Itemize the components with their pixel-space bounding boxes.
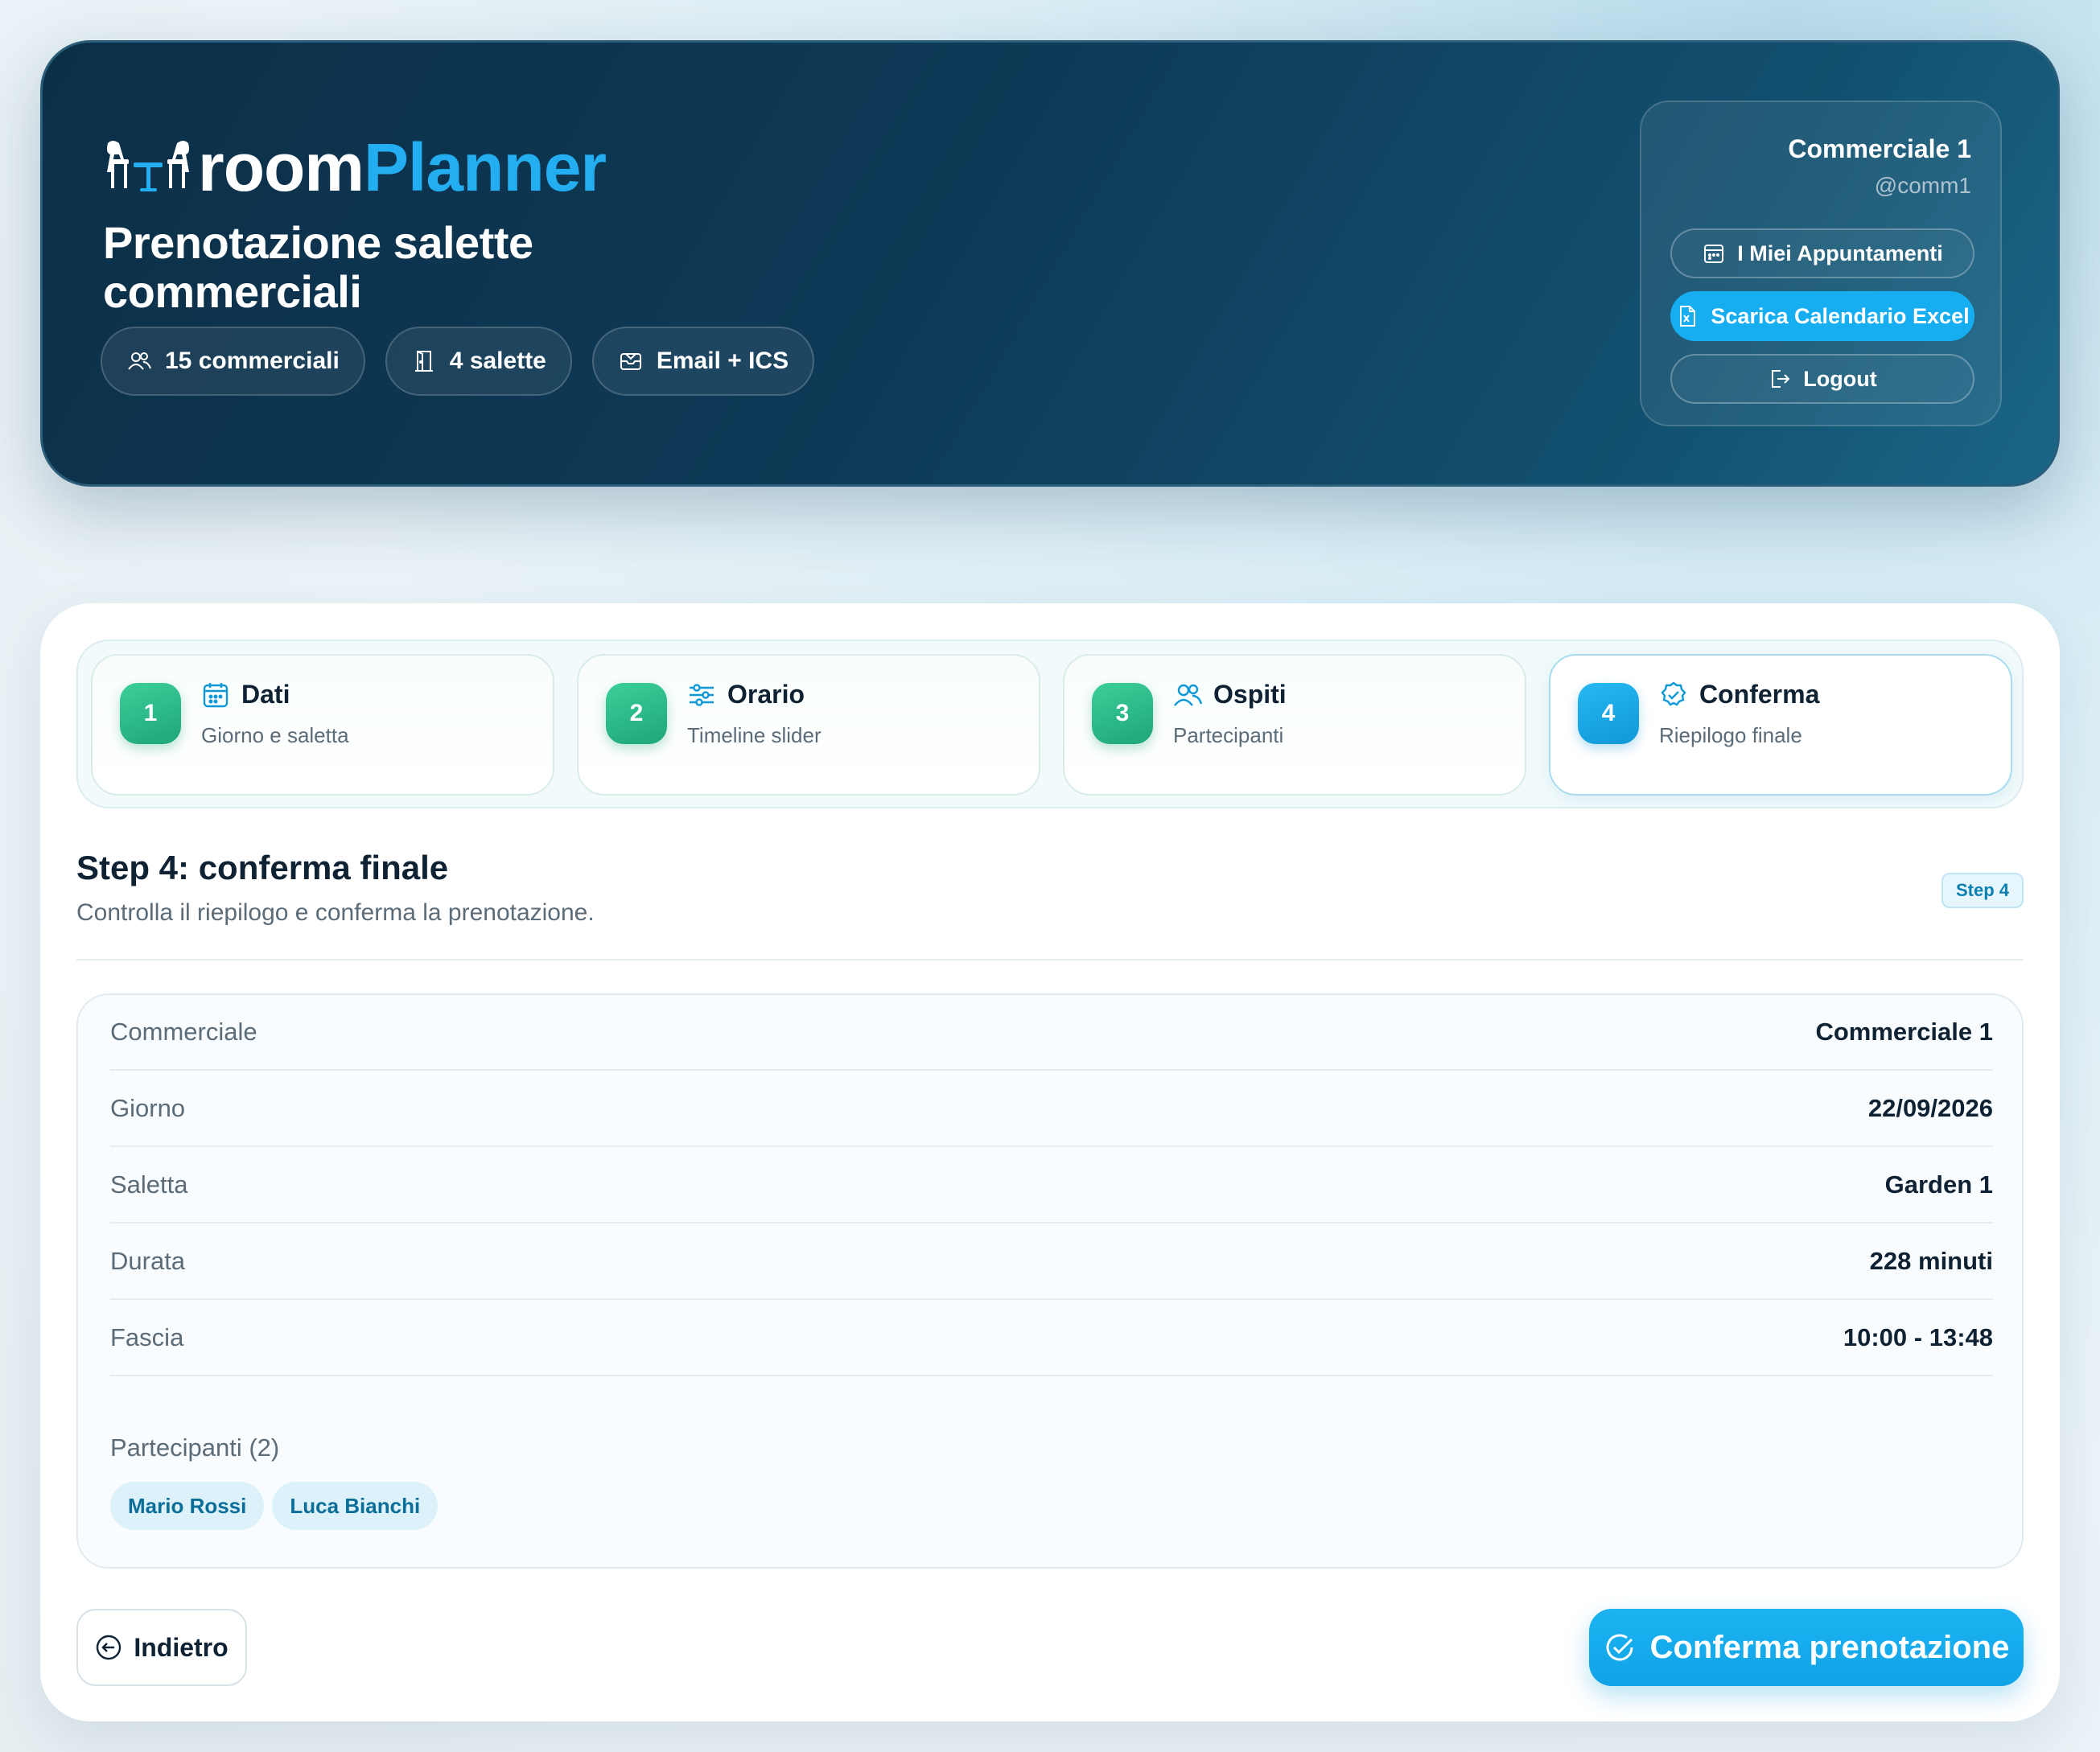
step-title: Dati	[241, 680, 290, 709]
my-appointments-button[interactable]: I Miei Appuntamenti	[1670, 228, 1974, 278]
download-excel-button[interactable]: Scarica Calendario Excel	[1670, 291, 1974, 341]
summary-panel: Commerciale Commerciale 1 Giorno 22/09/2…	[76, 993, 2024, 1569]
section-title: Step 4: conferma finale	[76, 849, 449, 886]
row-value: 10:00 - 13:48	[1843, 1323, 1993, 1351]
info-chips: 15 commerciali 4 salette Email + ICS	[101, 327, 815, 396]
row-label: Commerciale	[110, 1018, 257, 1046]
step-title: Conferma	[1699, 680, 1820, 709]
summary-row-saletta: Saletta Garden 1	[110, 1148, 1993, 1224]
sliders-icon	[690, 683, 714, 706]
participants-list: Mario Rossi Luca Bianchi	[110, 1482, 439, 1530]
brand-name-planner: Planner	[364, 129, 607, 205]
step-number: 2	[606, 683, 667, 744]
page-title: Prenotazione salette commerciali	[103, 217, 533, 317]
chip-label: Email + ICS	[656, 348, 789, 374]
excel-file-icon	[1680, 306, 1696, 327]
logout-button[interactable]: Logout	[1670, 354, 1974, 404]
step-title: Ospiti	[1213, 680, 1287, 709]
user-handle: @comm1	[1874, 173, 1971, 198]
step-number: 4	[1578, 683, 1639, 744]
user-card: Commerciale 1 @comm1 I Miei Appuntamenti…	[1640, 101, 2002, 426]
participant-tag: Luca Bianchi	[272, 1482, 439, 1530]
stepper: 1 Dati Giorno e saletta 2 Orario Timelin…	[76, 640, 2024, 808]
row-value: 228 minuti	[1869, 1247, 1993, 1275]
summary-row-durata: Durata 228 minuti	[110, 1224, 1993, 1300]
step-title: Orario	[727, 680, 805, 709]
participant-tag: Mario Rossi	[110, 1482, 265, 1530]
participants-label: Partecipanti (2)	[110, 1433, 280, 1462]
summary-row-giorno: Giorno 22/09/2026	[110, 1071, 1993, 1147]
check-badge-icon	[1661, 681, 1686, 706]
row-label: Durata	[110, 1247, 186, 1275]
step-badge: Step 4	[1941, 873, 2024, 908]
brand-logo: room Planner	[103, 129, 607, 205]
step-subtitle: Riepilogo finale	[1659, 723, 1802, 747]
confirm-booking-button[interactable]: Conferma prenotazione	[1589, 1609, 2024, 1686]
row-label: Fascia	[110, 1323, 184, 1351]
row-value: Garden 1	[1884, 1170, 1993, 1199]
users-icon	[1174, 684, 1202, 706]
row-value: 22/09/2026	[1867, 1094, 1993, 1122]
section-description: Controlla il riepilogo e conferma la pre…	[76, 899, 595, 926]
back-button[interactable]: Indietro	[76, 1609, 247, 1686]
step-ospiti[interactable]: 3 Ospiti Partecipanti	[1063, 654, 1526, 796]
download-excel-label: Scarica Calendario Excel	[1711, 303, 1970, 328]
row-label: Saletta	[110, 1170, 188, 1199]
booking-wizard: 1 Dati Giorno e saletta 2 Orario Timelin…	[40, 603, 2060, 1721]
logout-label: Logout	[1803, 366, 1877, 391]
summary-row-fascia: Fascia 10:00 - 13:48	[110, 1301, 1993, 1376]
step-subtitle: Timeline slider	[687, 723, 821, 747]
step-orario[interactable]: 2 Orario Timeline slider	[577, 654, 1040, 796]
step-number: 1	[120, 683, 181, 744]
user-name: Commerciale 1	[1788, 134, 1971, 163]
check-circle-icon	[1606, 1634, 1633, 1661]
step-subtitle: Giorno e saletta	[201, 723, 349, 747]
confirm-label: Conferma prenotazione	[1649, 1629, 2010, 1665]
brand-name-room: room	[198, 129, 364, 205]
back-label: Indietro	[134, 1632, 229, 1662]
chip-salette: 4 salette	[385, 327, 572, 396]
row-label: Giorno	[110, 1094, 186, 1122]
calendar-icon	[203, 682, 229, 707]
summary-row-commerciale: Commerciale Commerciale 1	[110, 995, 1993, 1071]
chairs-table-icon	[107, 141, 189, 191]
my-appointments-label: I Miei Appuntamenti	[1737, 241, 1943, 265]
step-conferma[interactable]: 4 Conferma Riepilogo finale	[1549, 654, 2012, 796]
calendar-icon	[1704, 245, 1724, 263]
users-icon	[128, 352, 151, 370]
chip-label: 4 salette	[449, 348, 546, 374]
app-header: room Planner Prenotazione salette commerc…	[40, 40, 2060, 487]
divider	[76, 959, 2024, 960]
step-subtitle: Partecipanti	[1173, 723, 1284, 747]
arrow-left-circle-icon	[97, 1635, 121, 1660]
chip-label: 15 commerciali	[165, 348, 340, 374]
step-dati[interactable]: 1 Dati Giorno e saletta	[91, 654, 554, 796]
row-value: Commerciale 1	[1815, 1018, 1993, 1046]
chip-email: Email + ICS	[591, 327, 815, 396]
door-icon	[414, 351, 433, 372]
step-number: 3	[1092, 683, 1153, 744]
logout-icon	[1772, 370, 1790, 388]
chip-commerciali: 15 commerciali	[101, 327, 365, 396]
mail-icon	[620, 353, 641, 370]
